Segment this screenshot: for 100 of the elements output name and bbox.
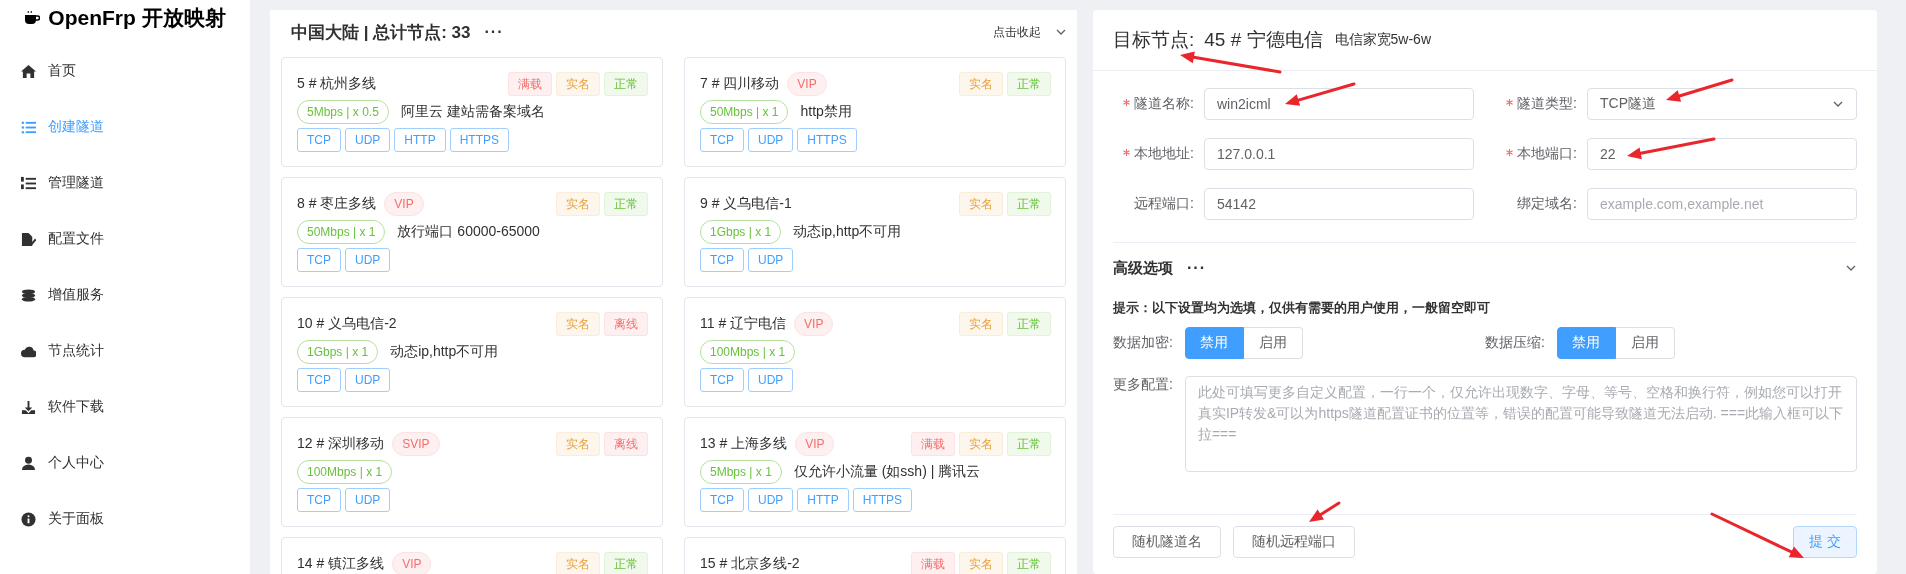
protocol-tag: HTTPS bbox=[449, 128, 510, 152]
sidebar-item[interactable]: 增值服务 bbox=[0, 267, 250, 323]
node-card[interactable]: 15 # 北京多线-2 满载 实名 正常 bbox=[684, 537, 1066, 574]
protocol-tag: UDP bbox=[345, 128, 391, 152]
status-tag: 正常 bbox=[1007, 312, 1051, 336]
field-label: 绑定域名: bbox=[1517, 195, 1577, 211]
input-field[interactable]: 54142 bbox=[1204, 188, 1474, 220]
node-title: 10 # 义乌电信-2 bbox=[297, 315, 397, 333]
sidebar-item[interactable]: 个人中心 bbox=[0, 435, 250, 491]
node-title: 12 # 深圳移动 bbox=[297, 435, 385, 453]
node-note: http禁用 bbox=[800, 103, 852, 121]
status-tag: 实名 bbox=[556, 192, 600, 216]
speed-tag: 5Mbps | x 1 bbox=[700, 460, 782, 484]
protocol-tag: UDP bbox=[748, 368, 794, 392]
annotation-arrow bbox=[1666, 78, 1734, 102]
section-title: 高级选项 bbox=[1113, 258, 1173, 278]
node-title: 14 # 镇江多线 bbox=[297, 555, 385, 573]
node-title: 11 # 辽宁电信 bbox=[700, 315, 787, 333]
node-card[interactable]: 11 # 辽宁电信 VIP 实名 正常 100Mbps | x 1 TCP UDP bbox=[684, 297, 1066, 407]
select-field[interactable]: TCP隧道 bbox=[1587, 88, 1857, 120]
protocol-tag: TCP bbox=[700, 488, 744, 512]
option-label: 更多配置: bbox=[1113, 376, 1173, 394]
status-tag: 满载 bbox=[911, 432, 955, 456]
field-label: 本地地址: bbox=[1134, 145, 1194, 161]
option-label: 数据加密: bbox=[1113, 334, 1173, 352]
level-badge: VIP bbox=[392, 552, 432, 574]
status-tag: 满载 bbox=[911, 552, 955, 574]
sidebar-item[interactable]: 管理隧道 bbox=[0, 155, 250, 211]
node-note: 动态ip,http不可用 bbox=[390, 343, 499, 361]
segment-option[interactable]: 启用 bbox=[1615, 327, 1675, 359]
protocol-tag: UDP bbox=[748, 248, 794, 272]
field-label: 本地端口: bbox=[1517, 145, 1577, 161]
node-title: 13 # 上海多线 bbox=[700, 435, 788, 453]
status-tag: 实名 bbox=[959, 192, 1003, 216]
speed-tag: 100Mbps | x 1 bbox=[700, 340, 796, 364]
node-card[interactable]: 8 # 枣庄多线 VIP 实名 正常 50Mbps | x 1 放行端口 60000-65000 TCP UDP bbox=[281, 177, 663, 287]
protocol-tag: TCP bbox=[297, 128, 341, 152]
node-title: 7 # 四川移动 bbox=[700, 75, 780, 93]
node-card[interactable]: 12 # 深圳移动 SVIP 实名 离线 100Mbps | x 1 TCP UDP bbox=[281, 417, 663, 527]
node-card[interactable]: 9 # 义乌电信-1 实名 正常 1Gbps | x 1 动态ip,http不可用 TCP UDP bbox=[684, 177, 1066, 287]
target-note: 电信家宽5w-6w bbox=[1334, 31, 1431, 49]
random-button[interactable]: 随机远程端口 bbox=[1233, 526, 1355, 558]
speed-tag: 5Mbps | x 0.5 bbox=[297, 100, 389, 124]
annotation-arrow bbox=[1285, 82, 1356, 106]
speed-tag: 100Mbps | x 1 bbox=[297, 460, 393, 484]
input-field[interactable]: 127.0.0.1 bbox=[1204, 138, 1474, 170]
level-badge: VIP bbox=[795, 432, 835, 456]
protocol-tag: UDP bbox=[748, 488, 794, 512]
sidebar-item[interactable]: 关于面板 bbox=[0, 491, 250, 547]
sidebar-item[interactable]: 节点统计 bbox=[0, 323, 250, 379]
node-title: 9 # 义乌电信-1 bbox=[700, 195, 792, 213]
menu-item-icon bbox=[21, 231, 36, 247]
node-card[interactable]: 14 # 镇江多线 VIP 实名 正常 bbox=[281, 537, 663, 574]
protocol-tag: HTTPS bbox=[797, 128, 857, 152]
segment-option[interactable]: 启用 bbox=[1243, 327, 1303, 359]
status-tag: 实名 bbox=[959, 432, 1003, 456]
status-tag: 实名 bbox=[556, 552, 600, 574]
speed-tag: 1Gbps | x 1 bbox=[297, 340, 379, 364]
hint-text: 提示：以下设置均为选填，仅供有需要的用户使用，一般留空即可 bbox=[1113, 299, 1491, 317]
more-dots[interactable]: ··· bbox=[484, 23, 504, 41]
more-dots[interactable]: ··· bbox=[1187, 259, 1206, 277]
protocol-tag: TCP bbox=[297, 488, 341, 512]
protocol-tag: HTTPS bbox=[852, 488, 913, 512]
menu-item-icon bbox=[21, 455, 36, 471]
node-card[interactable]: 10 # 义乌电信-2 实名 离线 1Gbps | x 1 动态ip,http不可用 TCP UDP bbox=[281, 297, 663, 407]
node-note: 仅允许小流量 (如ssh) | 腾讯云 bbox=[793, 463, 981, 481]
collapse-link[interactable]: 点击收起 bbox=[993, 23, 1041, 41]
node-card[interactable]: 13 # 上海多线 VIP 满载 实名 正常 5Mbps | x 1 仅允许小流量 (如ssh) | 腾讯云 TCP UDP HTTP HTTPS bbox=[684, 417, 1066, 527]
node-note: 阿里云 建站需备案域名 bbox=[400, 103, 545, 121]
node-card[interactable]: 5 # 杭州多线 满载 实名 正常 5Mbps | x 0.5 阿里云 建站需备案域名 TCP UDP HTTP HTTPS bbox=[281, 57, 663, 167]
protocol-tag: UDP bbox=[748, 128, 794, 152]
node-note: 动态ip,http不可用 bbox=[793, 223, 902, 241]
input-field[interactable]: 22 bbox=[1587, 138, 1857, 170]
protocol-tag: TCP bbox=[700, 368, 744, 392]
field-label: 隧道类型: bbox=[1517, 95, 1577, 111]
status-tag: 正常 bbox=[1007, 192, 1051, 216]
status-tag: 实名 bbox=[556, 312, 600, 336]
status-tag: 正常 bbox=[604, 72, 648, 96]
status-tag: 实名 bbox=[556, 72, 600, 96]
status-tag: 正常 bbox=[1007, 72, 1051, 96]
status-tag: 实名 bbox=[959, 312, 1003, 336]
sidebar-item[interactable]: 软件下载 bbox=[0, 379, 250, 435]
sidebar-item[interactable]: 配置文件 bbox=[0, 211, 250, 267]
node-card[interactable]: 7 # 四川移动 VIP 实名 正常 50Mbps | x 1 http禁用 TCP UDP HTTPS bbox=[684, 57, 1066, 167]
protocol-tag: TCP bbox=[297, 248, 341, 272]
status-tag: 实名 bbox=[959, 552, 1003, 574]
input-field[interactable]: win2icml bbox=[1204, 88, 1474, 120]
speed-tag: 50Mbps | x 1 bbox=[297, 220, 386, 244]
node-note: 放行端口 60000-65000 bbox=[397, 223, 540, 241]
speed-tag: 50Mbps | x 1 bbox=[700, 100, 789, 124]
node-title: 8 # 枣庄多线 bbox=[297, 195, 377, 213]
protocol-tag: HTTP bbox=[394, 128, 446, 152]
node-title: 5 # 杭州多线 bbox=[297, 75, 377, 93]
status-tag: 正常 bbox=[1007, 552, 1051, 574]
speed-tag: 1Gbps | x 1 bbox=[700, 220, 782, 244]
panel-title: 中国大陆 | 总计节点: 33 bbox=[291, 21, 471, 44]
sidebar-item[interactable]: 首页 bbox=[0, 43, 250, 99]
coffee-cup-icon bbox=[24, 10, 41, 26]
target-label: 目标节点: bbox=[1113, 28, 1195, 52]
random-button[interactable]: 随机隧道名 bbox=[1113, 526, 1221, 558]
